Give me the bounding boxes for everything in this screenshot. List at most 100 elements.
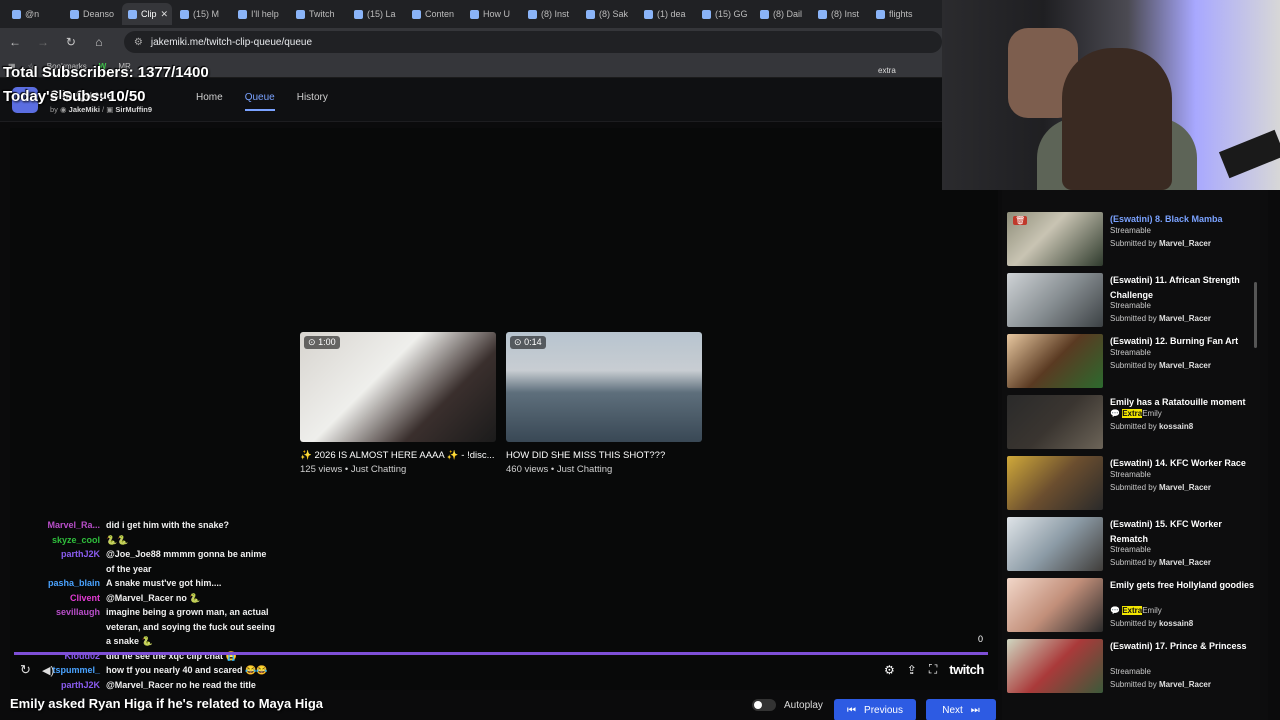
queue-item[interactable]: Emily gets free Hollyland goodies 💬 Extra… — [1007, 578, 1265, 634]
site-info-icon[interactable]: ⚙ — [134, 37, 143, 48]
nav-history[interactable]: History — [297, 92, 328, 111]
submitter-name[interactable]: Marvel_Racer — [1159, 483, 1211, 492]
source-highlight: Extra — [1122, 409, 1143, 418]
queue-item-title[interactable]: (Eswatini) 11. African Strength Challeng… — [1110, 273, 1260, 302]
previous-button[interactable]: ⏮ Previous — [834, 699, 916, 720]
volume-icon[interactable]: ◀) — [42, 664, 54, 677]
twitch-logo[interactable]: twitch — [949, 662, 984, 677]
autoplay-toggle[interactable] — [752, 699, 776, 711]
queue-item-submitter: Submitted by Marvel_Racer — [1110, 483, 1211, 492]
chat-username[interactable]: skyze_cool — [2, 533, 106, 548]
main-nav: Home Queue History — [196, 92, 328, 111]
queue-item[interactable]: Emily has a Ratatouille moment 💬 ExtraEmi… — [1007, 395, 1265, 451]
chat-username[interactable]: Kloud02 — [2, 649, 106, 664]
replay-icon[interactable]: ↻ — [20, 662, 31, 678]
queue-item-thumbnail[interactable] — [1007, 395, 1103, 449]
queue-scrollbar[interactable] — [1254, 282, 1257, 348]
chat-username[interactable]: sevillaugh — [2, 605, 106, 649]
chat-message: pasha_blain A snake must've got him.... — [2, 576, 282, 591]
back-icon[interactable]: ← — [8, 35, 22, 49]
browser-tab[interactable]: (8) Inst — [522, 3, 578, 25]
browser-tab[interactable]: (8) Sak — [580, 3, 636, 25]
suggested-clip-card[interactable]: ⊙ 1:00 ✨ 2026 IS ALMOST HERE AAAA ✨ - !d… — [300, 332, 496, 475]
tab-close-icon[interactable]: ✕ — [161, 9, 169, 20]
browser-addressbar: ← → ↻ ⌂ ⚙ jakemiki.me/twitch-clip-queue/… — [0, 28, 942, 56]
browser-tab[interactable]: (15) La — [348, 3, 404, 25]
fullscreen-icon[interactable]: ⛶ — [929, 662, 937, 677]
nav-home[interactable]: Home — [196, 92, 223, 111]
queue-item[interactable]: (Eswatini) 15. KFC Worker Rematch Streama… — [1007, 517, 1265, 573]
autoplay-control[interactable]: Autoplay — [752, 699, 823, 711]
progress-bar[interactable] — [14, 652, 988, 655]
browser-tab[interactable]: Twitch — [290, 3, 346, 25]
chat-username[interactable]: Marvel_Ra... — [2, 518, 106, 533]
next-button[interactable]: Next ⏭ — [926, 699, 996, 720]
next-icon: ⏭ — [970, 704, 980, 716]
queue-item-source: Streamable — [1110, 226, 1151, 235]
submitter-name[interactable]: kossain8 — [1159, 422, 1193, 431]
queue-item[interactable]: (Eswatini) 8. Black Mamba Streamable Submi… — [1007, 212, 1265, 268]
queue-item-thumbnail[interactable] — [1007, 639, 1103, 693]
source-name: Streamable — [1110, 301, 1151, 310]
queue-item[interactable]: (Eswatini) 17. Prince & Princess Streamab… — [1007, 639, 1265, 695]
browser-tab[interactable]: (8) Dail — [754, 3, 810, 25]
chat-username[interactable]: pasha_blain — [2, 576, 106, 591]
nav-queue[interactable]: Queue — [244, 92, 275, 111]
clip-meta: 460 views • Just Chatting — [506, 464, 613, 475]
browser-tab[interactable]: Clip ✕ — [122, 3, 172, 25]
submitter-name[interactable]: Marvel_Racer — [1159, 239, 1211, 248]
browser-tab[interactable]: (15) GG — [696, 3, 752, 25]
chat-username[interactable]: parthJ2K — [2, 547, 106, 576]
url-bar[interactable]: ⚙ jakemiki.me/twitch-clip-queue/queue — [123, 31, 942, 53]
clip-thumbnail[interactable]: ⊙ 0:14 — [506, 332, 702, 442]
queue-item-title[interactable]: (Eswatini) 12. Burning Fan Art — [1110, 334, 1260, 349]
submitter-name[interactable]: Marvel_Racer — [1159, 680, 1211, 689]
clip-title[interactable]: HOW DID SHE MISS THIS SHOT??? — [506, 450, 702, 461]
browser-tab[interactable]: (1) dea — [638, 3, 694, 25]
queue-item-title[interactable]: Emily gets free Hollyland goodies — [1110, 578, 1260, 593]
queue-item-title[interactable]: (Eswatini) 17. Prince & Princess — [1110, 639, 1260, 654]
suggested-clip-card[interactable]: ⊙ 0:14 HOW DID SHE MISS THIS SHOT??? 460… — [506, 332, 702, 475]
queue-item[interactable]: (Eswatini) 11. African Strength Challeng… — [1007, 273, 1265, 329]
queue-item-thumbnail[interactable] — [1007, 578, 1103, 632]
browser-tab[interactable]: (15) M — [174, 3, 230, 25]
browser-tab[interactable]: Conten — [406, 3, 462, 25]
browser-tab[interactable]: @n — [6, 3, 62, 25]
chat-username[interactable]: Clivent — [2, 591, 106, 606]
home-icon[interactable]: ⌂ — [92, 35, 106, 49]
queue-item-title[interactable]: (Eswatini) 8. Black Mamba — [1110, 212, 1260, 227]
browser-tab[interactable]: flights — [870, 3, 926, 25]
queue-item-thumbnail[interactable] — [1007, 517, 1103, 571]
queue-item[interactable]: (Eswatini) 14. KFC Worker Race Streamable… — [1007, 456, 1265, 512]
queue-item-thumbnail[interactable] — [1007, 456, 1103, 510]
forward-icon[interactable]: → — [36, 35, 50, 49]
clip-title[interactable]: ✨ 2026 IS ALMOST HERE AAAA ✨ - !disc... — [300, 450, 496, 461]
submitter-name[interactable]: kossain8 — [1159, 619, 1193, 628]
chat-message: sevillaugh imagine being a grown man, an … — [2, 605, 282, 649]
queue-item-source: Streamable — [1110, 545, 1151, 554]
queue-item-thumbnail[interactable] — [1007, 334, 1103, 388]
browser-tab[interactable]: How U — [464, 3, 520, 25]
clip-thumbnail[interactable]: ⊙ 1:00 — [300, 332, 496, 442]
reload-icon[interactable]: ↻ — [64, 35, 78, 49]
author-link-2[interactable]: SirMuffin9 — [115, 105, 152, 114]
browser-tab[interactable]: (8) Inst — [812, 3, 868, 25]
delete-icon[interactable]: 🗑 — [1013, 216, 1028, 225]
settings-icon[interactable]: ⚙ — [884, 663, 895, 677]
share-icon[interactable]: ⇪ — [907, 663, 917, 677]
chat-username[interactable]: parthJ2K — [2, 678, 106, 693]
browser-tab[interactable]: I'll help — [232, 3, 288, 25]
tab-favicon-icon — [354, 9, 363, 19]
submitter-name[interactable]: Marvel_Racer — [1159, 314, 1211, 323]
queue-item[interactable]: (Eswatini) 12. Burning Fan Art Streamable… — [1007, 334, 1265, 390]
queue-item-title[interactable]: (Eswatini) 14. KFC Worker Race — [1110, 456, 1260, 471]
author-link-1[interactable]: JakeMiki — [69, 105, 100, 114]
submitter-name[interactable]: Marvel_Racer — [1159, 361, 1211, 370]
queue-item-title[interactable]: (Eswatini) 15. KFC Worker Rematch — [1110, 517, 1260, 546]
queue-item-title[interactable]: Emily has a Ratatouille moment — [1110, 395, 1260, 410]
submitter-name[interactable]: Marvel_Racer — [1159, 558, 1211, 567]
queue-item-thumbnail[interactable] — [1007, 273, 1103, 327]
source-name: Streamable — [1110, 348, 1151, 357]
browser-tab[interactable]: Deanso — [64, 3, 120, 25]
queue-item-submitter: Submitted by kossain8 — [1110, 422, 1193, 431]
